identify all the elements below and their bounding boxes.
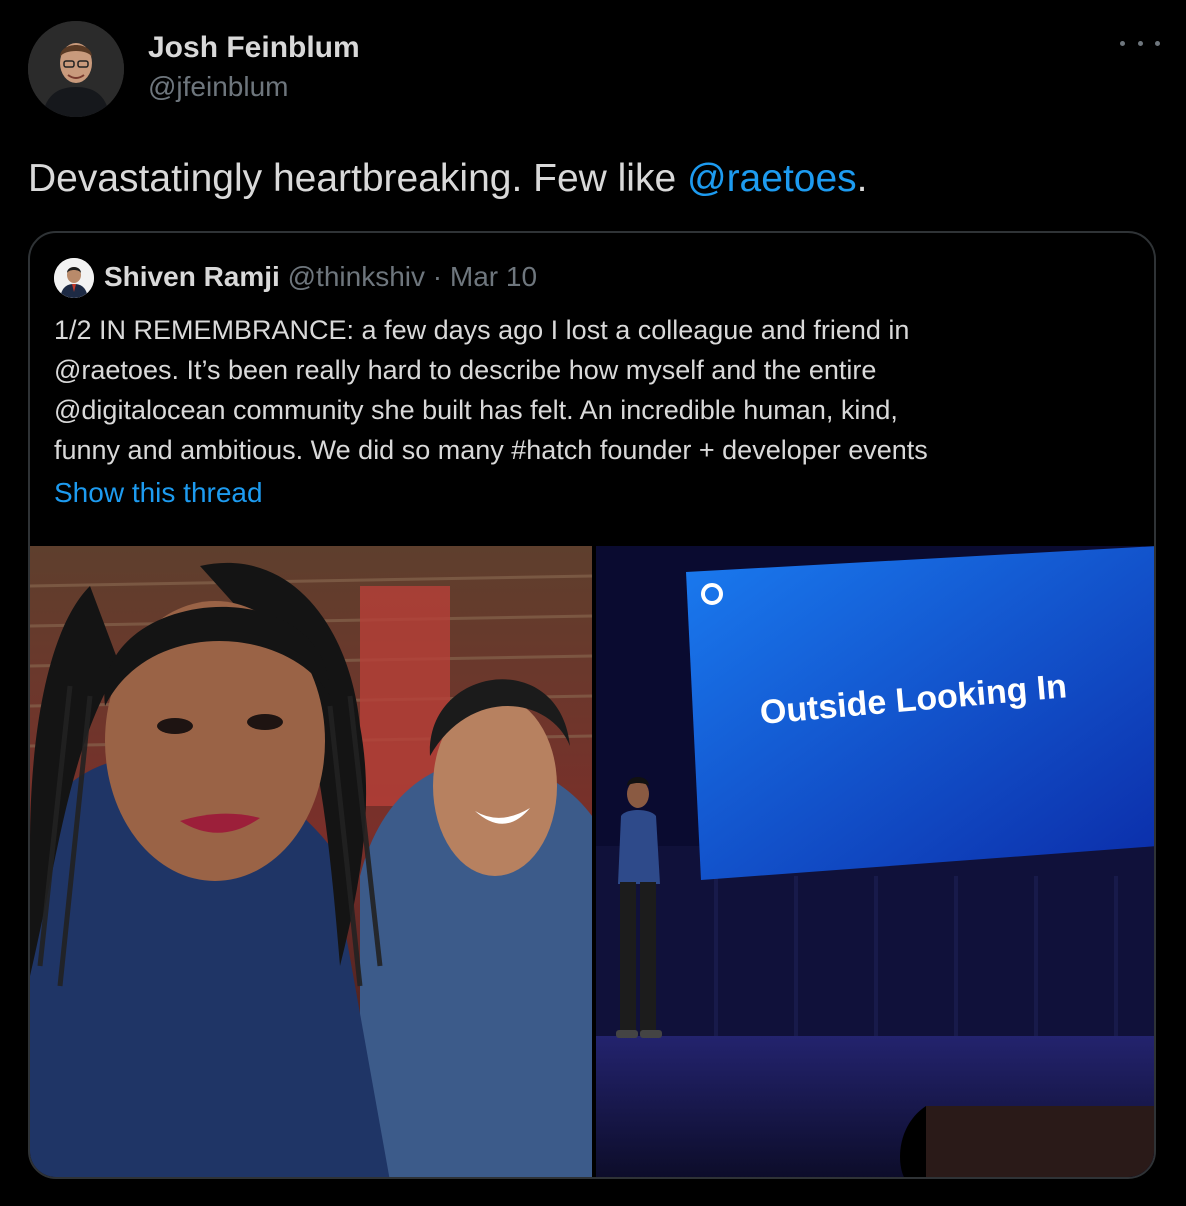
more-horizontal-icon	[1155, 40, 1160, 46]
more-horizontal-icon	[1137, 40, 1143, 46]
more-horizontal-icon	[1120, 40, 1125, 46]
quoted-author-avatar	[54, 258, 94, 298]
media-photo-selfie[interactable]	[30, 546, 592, 1177]
show-thread-link[interactable]: Show this thread	[54, 477, 263, 509]
header-separator: ·	[425, 261, 450, 292]
tweet-text-after: .	[856, 157, 868, 200]
author-avatar[interactable]	[28, 21, 124, 117]
quoted-text-line: funny and ambitious. We did so many #hat…	[54, 435, 928, 465]
quoted-author-handle[interactable]: @thinkshiv	[288, 261, 425, 292]
quoted-text-line: @raetoes. It’s been really hard to descr…	[54, 355, 877, 385]
mention-link[interactable]: @raetoes	[687, 157, 857, 200]
media-photo-stage[interactable]: Outside Looking In	[596, 546, 1154, 1177]
quoted-date[interactable]: Mar 10	[450, 261, 537, 292]
quoted-text-line: 1/2 IN REMEMBRANCE: a few days ago I los…	[54, 315, 910, 345]
tweet-text: Devastatingly heartbreaking. Few like @r…	[28, 157, 868, 201]
quoted-text: 1/2 IN REMEMBRANCE: a few days ago I los…	[54, 310, 1134, 470]
author-handle[interactable]: @jfeinblum	[148, 71, 288, 103]
quoted-header: Shiven Ramji @thinkshiv · Mar 10	[104, 261, 537, 293]
quoted-text-line: @digitalocean community she built has fe…	[54, 395, 898, 425]
author-name[interactable]: Josh Feinblum	[148, 31, 360, 65]
tweet-text-before: Devastatingly heartbreaking. Few like	[28, 157, 687, 200]
more-options-button[interactable]	[1120, 28, 1160, 58]
quoted-author-name[interactable]: Shiven Ramji	[104, 261, 280, 292]
quoted-tweet[interactable]: Shiven Ramji @thinkshiv · Mar 10 1/2 IN …	[28, 231, 1156, 1179]
